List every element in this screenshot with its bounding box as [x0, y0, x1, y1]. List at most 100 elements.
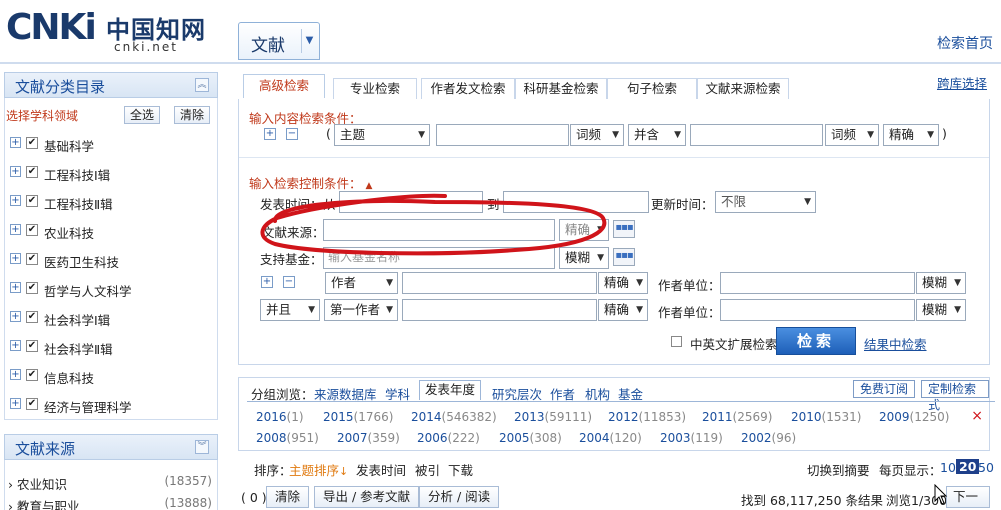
- add-row-icon[interactable]: +: [264, 128, 276, 140]
- frequency-select-2[interactable]: 词频 ▼: [825, 124, 879, 146]
- author-match-select-2[interactable]: 精确 ▼: [598, 299, 648, 321]
- search-button[interactable]: 检索: [776, 327, 856, 355]
- year-filter-link[interactable]: 2005(308): [499, 431, 562, 445]
- category-checkbox[interactable]: ✔: [26, 340, 38, 352]
- field-select[interactable]: 主题 ▼: [334, 124, 430, 146]
- document-type-select[interactable]: 文献 ▼: [238, 22, 320, 60]
- year-filter-link[interactable]: 2008(951): [256, 431, 319, 445]
- year-filter-link[interactable]: 2010(1531): [791, 410, 861, 424]
- add-row-icon[interactable]: +: [261, 276, 273, 288]
- source-item[interactable]: › 教育与职业 (13888): [8, 494, 212, 510]
- author-match-select[interactable]: 精确 ▼: [598, 272, 648, 294]
- search-home-link[interactable]: 检索首页: [937, 33, 993, 53]
- category-checkbox[interactable]: ✔: [26, 166, 38, 178]
- expand-plus-icon[interactable]: +: [10, 311, 21, 322]
- expand-plus-icon[interactable]: +: [10, 340, 21, 351]
- cnki-logo[interactable]: CNKi 中国知网 cnki.net: [6, 6, 216, 56]
- expand-plus-icon[interactable]: +: [10, 398, 21, 409]
- update-time-select[interactable]: 不限 ▼: [715, 191, 816, 213]
- expand-icon[interactable]: ︾: [195, 440, 209, 454]
- tab-sentence-search[interactable]: 句子检索: [607, 78, 697, 100]
- expand-plus-icon[interactable]: +: [10, 253, 21, 264]
- category-checkbox[interactable]: ✔: [26, 253, 38, 265]
- year-filter-link[interactable]: 2003(119): [660, 431, 723, 445]
- clear-selection-button[interactable]: 清除: [266, 486, 310, 508]
- sidebar-category-item[interactable]: + ✔ 工程科技Ⅰ辑: [10, 162, 210, 184]
- expand-plus-icon[interactable]: +: [10, 166, 21, 177]
- page-size-50[interactable]: 50: [978, 460, 994, 475]
- sidebar-category-item[interactable]: + ✔ 哲学与人文科学: [10, 278, 210, 300]
- category-checkbox[interactable]: ✔: [26, 398, 38, 410]
- export-button[interactable]: 导出 / 参考文献: [314, 486, 420, 508]
- sidebar-category-item[interactable]: + ✔ 信息科技: [10, 365, 210, 387]
- logic-select[interactable]: 并且 ▼: [260, 299, 320, 321]
- next-page-button[interactable]: 下一页: [946, 486, 990, 510]
- category-checkbox[interactable]: ✔: [26, 282, 38, 294]
- cross-db-link[interactable]: 跨库选择: [937, 73, 987, 92]
- year-filter-link[interactable]: 2006(222): [417, 431, 480, 445]
- sidebar-category-item[interactable]: + ✔ 工程科技Ⅱ辑: [10, 191, 210, 213]
- sort-theme[interactable]: 主题排序↓: [289, 460, 348, 479]
- year-filter-link[interactable]: 2011(2569): [702, 410, 772, 424]
- year-filter-link[interactable]: 2002(96): [741, 431, 796, 445]
- year-filter-link[interactable]: 2012(11853): [608, 410, 686, 424]
- year-filter-link[interactable]: 2015(1766): [323, 410, 393, 424]
- year-filter-link[interactable]: 2009(1250): [879, 410, 949, 424]
- year-filter-link[interactable]: 2013(59111): [514, 410, 592, 424]
- year-filter-link[interactable]: 2016(1): [256, 410, 304, 424]
- page-size-10[interactable]: 10: [940, 460, 956, 475]
- tab-source-search[interactable]: 文献来源检索: [697, 78, 789, 100]
- author-input[interactable]: [402, 272, 597, 294]
- expand-plus-icon[interactable]: +: [10, 224, 21, 235]
- author-field-select[interactable]: 作者 ▼: [325, 272, 398, 294]
- tab-fund-search[interactable]: 科研基金检索: [515, 78, 607, 100]
- category-checkbox[interactable]: ✔: [26, 224, 38, 236]
- collapse-icon[interactable]: ︽: [195, 78, 209, 92]
- select-all-button[interactable]: 全选: [124, 106, 161, 124]
- sidebar-category-item[interactable]: + ✔ 社会科学Ⅱ辑: [10, 336, 210, 358]
- ext-search-checkbox[interactable]: [671, 336, 682, 347]
- sidebar-category-item[interactable]: + ✔ 医药卫生科技: [10, 249, 210, 271]
- year-filter-link[interactable]: 2007(359): [337, 431, 400, 445]
- search-within-results-link[interactable]: 结果中检索: [864, 334, 927, 353]
- group-tab-year[interactable]: 发表年度: [419, 380, 482, 400]
- clear-subjects-button[interactable]: 清除: [174, 106, 211, 124]
- sort-download[interactable]: 下载: [448, 460, 473, 479]
- unit-match-select[interactable]: 模糊 ▼: [916, 272, 966, 294]
- remove-row-icon[interactable]: −: [283, 276, 295, 288]
- author-input-2[interactable]: [402, 299, 597, 321]
- more-options-icon[interactable]: ▪▪▪: [613, 220, 635, 238]
- sort-cited[interactable]: 被引: [415, 460, 440, 479]
- keyword-input-1[interactable]: [436, 124, 569, 146]
- source-item[interactable]: › 农业知识 (18357): [8, 472, 212, 492]
- expand-plus-icon[interactable]: +: [10, 369, 21, 380]
- category-checkbox[interactable]: ✔: [26, 195, 38, 207]
- tab-author-search[interactable]: 作者发文检索: [421, 78, 515, 100]
- tab-professional-search[interactable]: 专业检索: [333, 78, 417, 100]
- frequency-select-1[interactable]: 词频 ▼: [570, 124, 624, 146]
- match-select[interactable]: 精确 ▼: [883, 124, 939, 146]
- sort-pub-time[interactable]: 发表时间: [356, 460, 406, 479]
- tab-advanced-search[interactable]: 高级检索: [243, 74, 325, 98]
- sidebar-category-item[interactable]: + ✔ 社会科学Ⅰ辑: [10, 307, 210, 329]
- category-checkbox[interactable]: ✔: [26, 369, 38, 381]
- unit-match-select-2[interactable]: 模糊 ▼: [916, 299, 966, 321]
- remove-row-icon[interactable]: −: [286, 128, 298, 140]
- year-filter-link[interactable]: 2004(120): [579, 431, 642, 445]
- sidebar-category-item[interactable]: + ✔ 农业科技: [10, 220, 210, 242]
- close-icon[interactable]: ×: [971, 408, 983, 424]
- combine-select[interactable]: 并含 ▼: [628, 124, 686, 146]
- switch-abstract-link[interactable]: 切换到摘要: [807, 460, 870, 479]
- keyword-input-2[interactable]: [690, 124, 823, 146]
- expand-plus-icon[interactable]: +: [10, 195, 21, 206]
- author-unit-input-2[interactable]: [720, 299, 915, 321]
- free-subscribe-button[interactable]: 免费订阅: [853, 380, 916, 398]
- custom-query-button[interactable]: 定制检索式: [921, 380, 989, 412]
- expand-plus-icon[interactable]: +: [10, 137, 21, 148]
- year-filter-link[interactable]: 2014(546382): [411, 410, 497, 424]
- more-options-icon[interactable]: ▪▪▪: [613, 248, 635, 266]
- author-field-select-2[interactable]: 第一作者 ▼: [324, 299, 398, 321]
- analyze-button[interactable]: 分析 / 阅读: [419, 486, 500, 508]
- expand-plus-icon[interactable]: +: [10, 282, 21, 293]
- sidebar-category-item[interactable]: + ✔ 经济与管理科学: [10, 394, 210, 416]
